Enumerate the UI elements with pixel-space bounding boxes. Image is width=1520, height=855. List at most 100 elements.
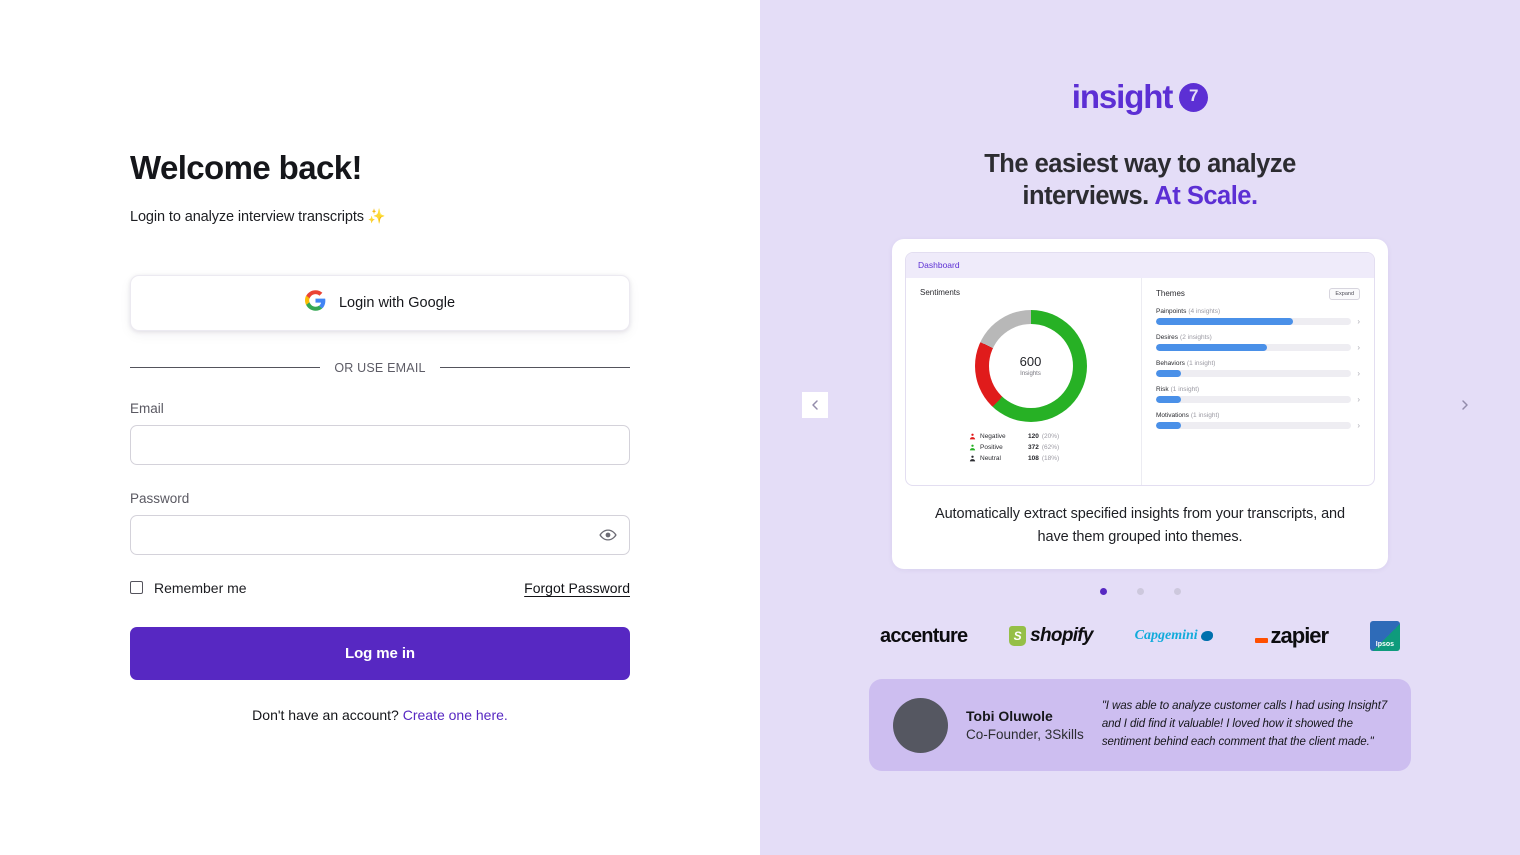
page-title: Welcome back! [130, 149, 362, 186]
theme-count: (1 insight) [1190, 411, 1220, 419]
shopify-label: shopify [1030, 625, 1093, 647]
theme-bar-fill [1156, 370, 1182, 378]
password-input[interactable] [131, 515, 629, 554]
signup-prompt-text: Don't have an account? [252, 706, 403, 723]
avatar [893, 697, 948, 753]
headline-accent: At Scale. [1154, 181, 1258, 210]
email-label: Email [130, 400, 164, 416]
theme-count: (2 insights) [1180, 333, 1212, 341]
sentiments-title: Sentiments [920, 287, 961, 297]
testimonial-card: Tobi Oluwole Co-Founder, 3Skills "I was … [869, 679, 1411, 772]
ipsos-logo: Ipsos [1369, 621, 1400, 652]
chevron-right-icon[interactable]: › [1357, 421, 1360, 430]
person-icon [968, 433, 977, 440]
dashboard-preview: Dashboard Sentiments 600 Insights Negati… [905, 251, 1375, 486]
theme-bar-track [1156, 370, 1352, 378]
accenture-logo: accenture [880, 625, 968, 648]
capgemini-label: Capgemini [1134, 628, 1198, 644]
legend-row: Negative 120 (20%) [968, 433, 1093, 440]
zapier-mark-icon [1254, 637, 1268, 643]
theme-count: (4 insights) [1188, 307, 1221, 315]
carousel-dot[interactable] [1136, 588, 1144, 596]
theme-count: (1 insight) [1170, 385, 1200, 393]
log-in-button[interactable]: Log me in [130, 626, 630, 680]
theme-bar-row: › [1156, 421, 1360, 430]
dashboard-body: Sentiments 600 Insights Negative 120 (20… [906, 277, 1374, 485]
page-subtitle: Login to analyze interview transcripts ✨ [130, 208, 386, 225]
carousel-slide: Dashboard Sentiments 600 Insights Negati… [892, 238, 1388, 570]
theme-bar-row: › [1156, 317, 1360, 326]
sentiments-donut-chart: 600 Insights [974, 309, 1087, 422]
theme-bar-track [1156, 318, 1352, 326]
carousel-dot[interactable] [1099, 588, 1107, 596]
carousel-dot[interactable] [1173, 588, 1181, 596]
logo-badge-icon: 7 [1179, 82, 1209, 112]
carousel-dots [1099, 588, 1181, 596]
legend-value: 372 [1028, 443, 1039, 451]
legend-percent: (20%) [1041, 432, 1060, 440]
chevron-right-icon[interactable]: › [1357, 317, 1360, 326]
donut-center: 600 Insights [975, 310, 1087, 422]
options-row: Remember me Forgot Password [130, 580, 630, 596]
theme-bar-row: › [1156, 343, 1360, 352]
signup-prompt: Don't have an account? Create one here. [130, 707, 630, 723]
theme-bar-track [1156, 422, 1352, 430]
theme-item[interactable]: Behaviors (1 insight) › [1156, 360, 1360, 378]
expand-button[interactable]: Expand [1329, 287, 1360, 300]
theme-label: Risk (1 insight) [1156, 385, 1200, 393]
legend-percent: (18%) [1041, 454, 1060, 462]
remember-me-checkbox[interactable]: Remember me [130, 580, 247, 596]
theme-bar-fill [1156, 344, 1268, 352]
chevron-left-icon[interactable] [802, 391, 828, 418]
capgemini-blob-icon [1200, 631, 1213, 642]
checkbox-box[interactable] [130, 581, 143, 595]
login-panel: Welcome back! Login to analyze interview… [0, 0, 760, 855]
email-input[interactable] [131, 425, 629, 464]
legend-row: Positive 372 (62%) [968, 444, 1093, 451]
chevron-right-icon[interactable] [1452, 391, 1478, 418]
password-label: Password [130, 490, 190, 506]
themes-list: Painpoints (4 insights) › Desires (2 insig… [1156, 308, 1360, 430]
password-field[interactable] [130, 514, 630, 555]
create-account-link[interactable]: Create one here. [403, 707, 508, 723]
person-icon [968, 455, 977, 462]
theme-label: Motivations (1 insight) [1156, 411, 1220, 419]
testimonial-person: Tobi Oluwole Co-Founder, 3Skills [966, 708, 1084, 742]
legend-percent: (62%) [1041, 443, 1060, 451]
theme-item[interactable]: Risk (1 insight) › [1156, 386, 1360, 404]
theme-bar-fill [1156, 396, 1182, 404]
login-with-google-button[interactable]: Login with Google [130, 274, 630, 331]
zapier-logo: zapier [1254, 623, 1329, 649]
email-field[interactable] [130, 424, 630, 465]
logo-wordmark: insight [1071, 78, 1174, 115]
legend-row: Neutral 108 (18%) [968, 455, 1093, 462]
google-icon [304, 289, 326, 316]
divider: OR USE EMAIL [130, 361, 630, 375]
eye-icon[interactable] [597, 524, 619, 546]
chevron-right-icon[interactable]: › [1357, 369, 1360, 378]
legend-label: Neutral [980, 454, 1001, 462]
dashboard-header-label: Dashboard [918, 260, 960, 271]
login-form-wrapper: Welcome back! Login to analyze interview… [130, 0, 630, 723]
themes-panel: Themes Expand Painpoints (4 insights) › D… [1141, 277, 1374, 485]
theme-item[interactable]: Painpoints (4 insights) › [1156, 308, 1360, 326]
divider-label: OR USE EMAIL [334, 360, 426, 375]
ipsos-label: Ipsos [1369, 621, 1400, 652]
testimonial-quote: "I was able to analyze customer calls I … [1101, 700, 1388, 749]
legend-value: 120 [1028, 432, 1039, 440]
theme-count: (1 insight) [1186, 359, 1216, 367]
dashboard-header: Dashboard [906, 252, 1374, 278]
theme-item[interactable]: Desires (2 insights) › [1156, 334, 1360, 352]
theme-bar-track [1156, 396, 1352, 404]
forgot-password-link[interactable]: Forgot Password [524, 580, 630, 596]
theme-item[interactable]: Motivations (1 insight) › [1156, 412, 1360, 430]
chevron-right-icon[interactable]: › [1357, 395, 1360, 404]
legend-value: 108 [1028, 454, 1039, 462]
chevron-right-icon[interactable]: › [1357, 343, 1360, 352]
theme-bar-row: › [1156, 395, 1360, 404]
divider-line-right [439, 367, 630, 369]
carousel-caption: Automatically extract specified insights… [935, 505, 1345, 545]
legend-label: Positive [980, 443, 1003, 451]
person-icon [968, 444, 977, 451]
theme-bar-fill [1156, 318, 1293, 326]
